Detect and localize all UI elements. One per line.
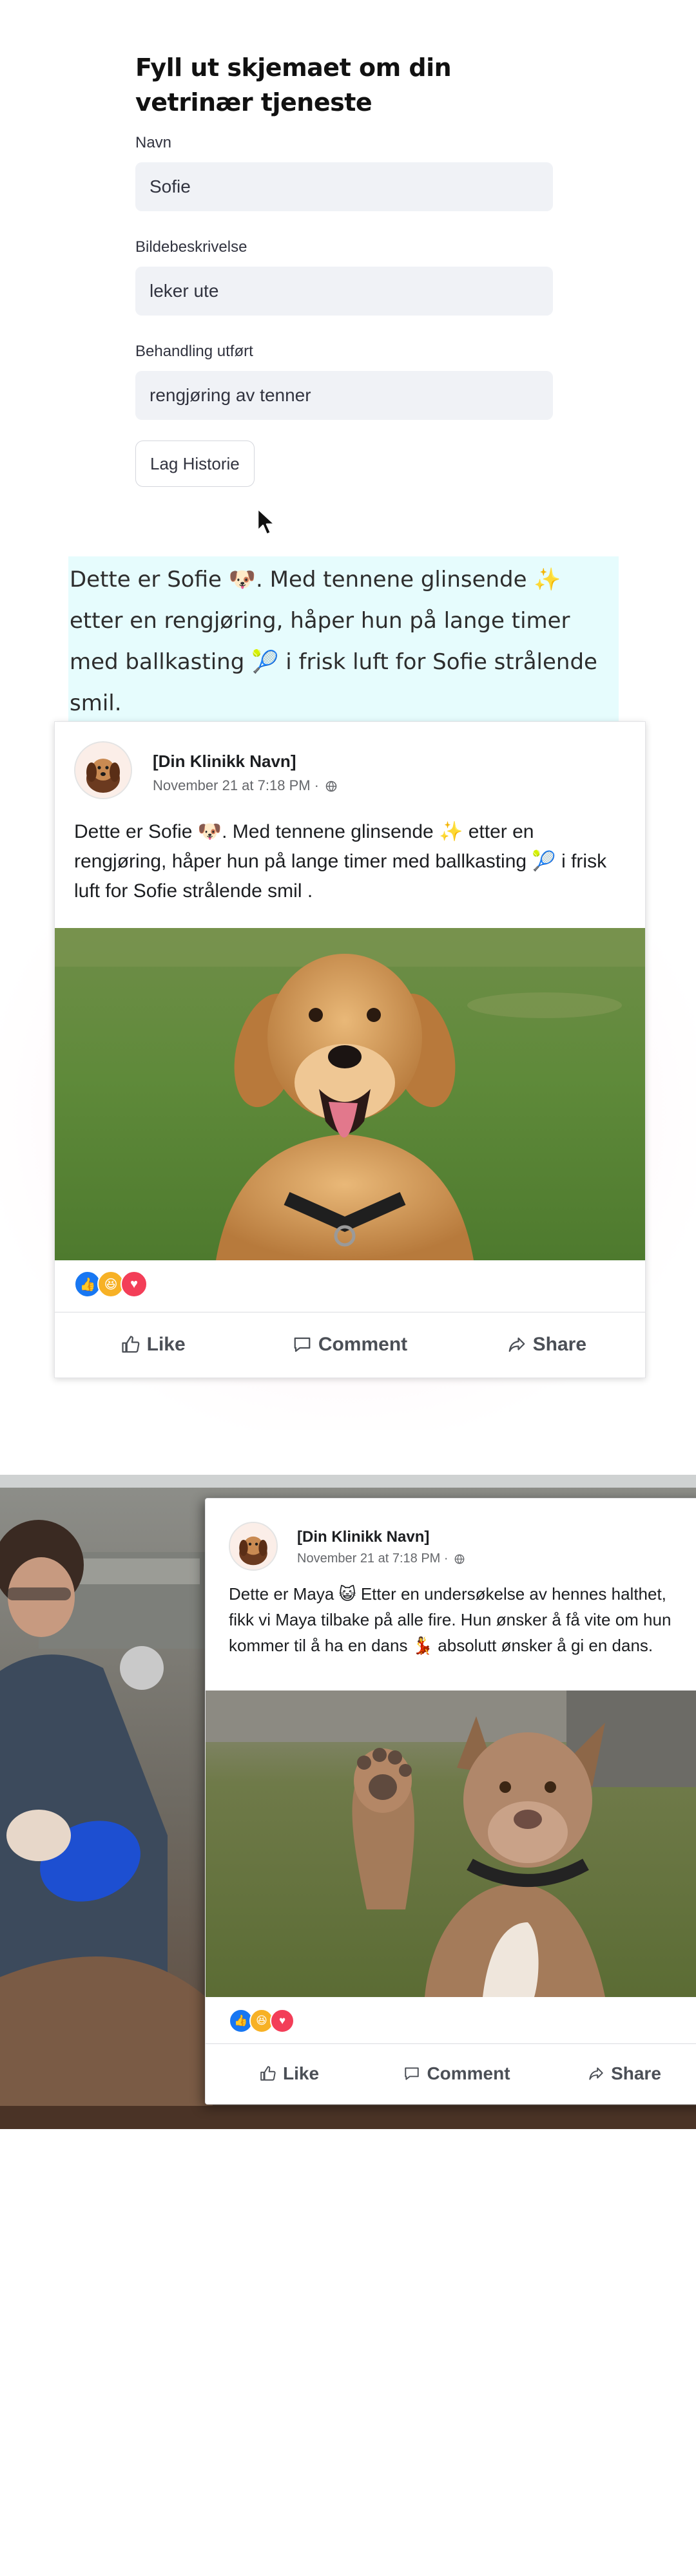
thumbs-up-icon bbox=[122, 1336, 140, 1353]
treatment-input[interactable] bbox=[135, 371, 553, 420]
golden-retriever-image bbox=[55, 928, 645, 1260]
post-body-text: Dette er Sofie 🐶. Med tennene glinsende … bbox=[74, 821, 607, 902]
pit-bull-waving-image bbox=[206, 1690, 696, 1997]
globe-icon bbox=[454, 1554, 465, 1564]
share-label: Share bbox=[611, 2063, 661, 2083]
clinic-avatar[interactable] bbox=[229, 1522, 278, 1571]
name-label: Navn bbox=[135, 134, 172, 151]
share-button[interactable]: Share bbox=[449, 1312, 645, 1377]
like-label: Like bbox=[282, 2063, 320, 2083]
facebook-post-card-maya: [Din Klinikk Navn] November 21 at 7:18 P… bbox=[205, 1498, 696, 2105]
comment-label: Comment bbox=[318, 1334, 408, 1355]
reaction-summary[interactable]: 👍 😆 ♥ bbox=[229, 2009, 295, 2033]
clinic-scene-image: [Din Klinikk Navn] November 21 at 7:18 P… bbox=[0, 1475, 696, 2129]
mouse-cursor-icon bbox=[256, 507, 276, 536]
comment-button[interactable]: Comment bbox=[251, 1312, 448, 1377]
clinic-name-link[interactable]: [Din Klinikk Navn] bbox=[297, 1528, 429, 1546]
facebook-post-card-sofie: [Din Klinikk Navn] November 21 at 7:18 P… bbox=[54, 721, 646, 1378]
love-reaction-icon: ♥ bbox=[270, 2009, 295, 2033]
share-icon bbox=[508, 1337, 525, 1352]
like-button[interactable]: Like bbox=[206, 2044, 373, 2103]
comment-icon bbox=[294, 1337, 311, 1352]
post-body-text: Dette er Maya 😺 Etter en undersøkelse av… bbox=[229, 1584, 672, 1655]
post-timestamp: November 21 at 7:18 PM · bbox=[153, 777, 337, 794]
generated-story-text: Dette er Sofie 🐶. Med tennene glinsende … bbox=[68, 556, 619, 726]
treatment-label: Behandling utført bbox=[135, 343, 253, 360]
comment-button[interactable]: Comment bbox=[373, 2044, 541, 2103]
post-photo-pit-bull[interactable] bbox=[206, 1690, 696, 1997]
clinic-avatar[interactable] bbox=[74, 741, 132, 799]
share-label: Share bbox=[532, 1334, 587, 1355]
name-input[interactable] bbox=[135, 162, 553, 211]
dog-avatar-icon bbox=[230, 1523, 276, 1569]
reaction-summary[interactable]: 👍 😆 ♥ bbox=[74, 1271, 148, 1298]
share-button[interactable]: Share bbox=[541, 2044, 696, 2103]
dog-avatar-icon bbox=[75, 743, 131, 798]
post-timestamp: November 21 at 7:18 PM · bbox=[297, 1551, 465, 1566]
timestamp-text: November 21 at 7:18 PM · bbox=[297, 1551, 449, 1566]
image-description-input[interactable] bbox=[135, 267, 553, 316]
post-action-bar: Like Comment Share bbox=[206, 2043, 696, 2103]
image-description-label: Bildebeskrivelse bbox=[135, 238, 247, 256]
clinic-name-link[interactable]: [Din Klinikk Navn] bbox=[153, 752, 296, 772]
timestamp-text: November 21 at 7:18 PM · bbox=[153, 777, 320, 793]
share-icon bbox=[589, 2067, 603, 2080]
thumbs-up-icon bbox=[260, 2066, 276, 2081]
globe-icon bbox=[325, 781, 337, 792]
post-photo-golden-retriever[interactable] bbox=[55, 928, 645, 1260]
like-label: Like bbox=[146, 1334, 186, 1355]
love-reaction-icon: ♥ bbox=[121, 1271, 148, 1298]
comment-icon bbox=[405, 2067, 420, 2080]
like-button[interactable]: Like bbox=[55, 1312, 251, 1377]
comment-label: Comment bbox=[427, 2063, 510, 2083]
post-action-bar: Like Comment Share bbox=[55, 1312, 645, 1377]
form-title: Fyll ut skjemaet om din vetrinær tjenest… bbox=[135, 53, 452, 117]
vet-service-form: Fyll ut skjemaet om din vetrinær tjenest… bbox=[135, 50, 553, 487]
create-story-button[interactable]: Lag Historie bbox=[135, 440, 255, 487]
